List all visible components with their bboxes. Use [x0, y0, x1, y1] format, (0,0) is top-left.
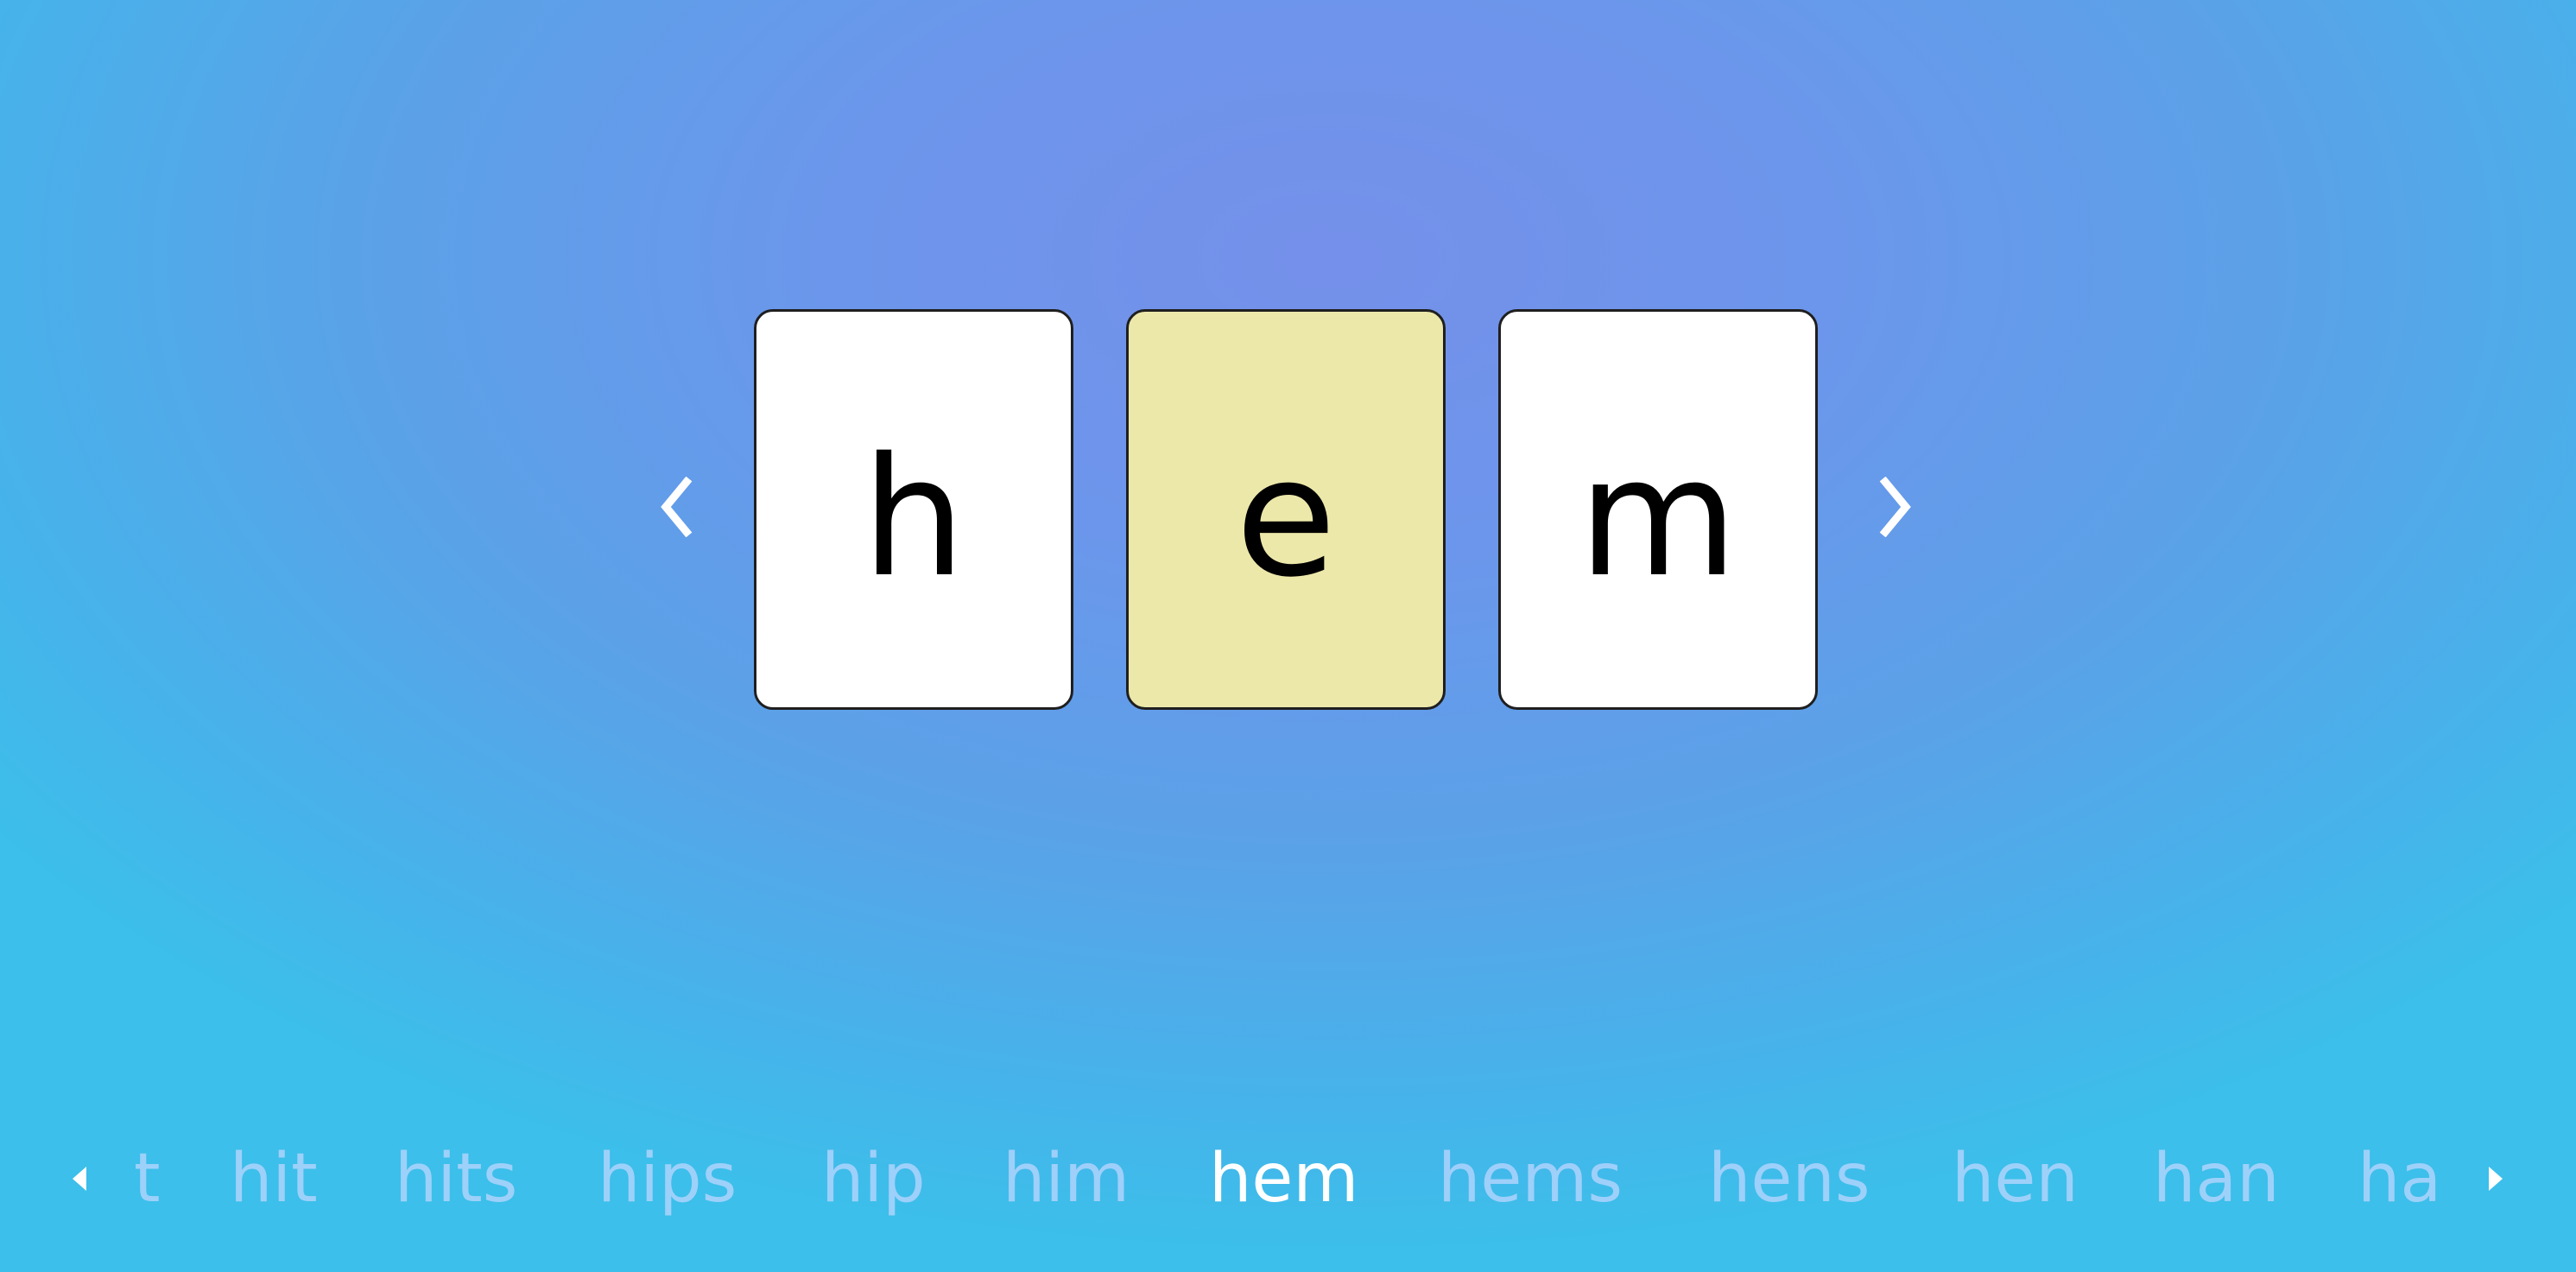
- triangle-left-icon: [73, 1167, 86, 1191]
- prev-letter-button[interactable]: [646, 472, 706, 541]
- letter-tile[interactable]: m: [1498, 309, 1818, 710]
- tile-letter: h: [861, 422, 966, 613]
- history-word[interactable]: hens: [1708, 1123, 1870, 1235]
- chevron-left-icon: [661, 477, 693, 537]
- tile-letter: e: [1235, 422, 1337, 613]
- letter-tile-selected[interactable]: e: [1126, 309, 1446, 710]
- history-word[interactable]: hits: [395, 1123, 517, 1235]
- history-word[interactable]: han: [2153, 1123, 2280, 1235]
- history-word[interactable]: hip: [821, 1123, 926, 1235]
- history-word[interactable]: ha: [2358, 1123, 2441, 1235]
- next-letter-button[interactable]: [1865, 472, 1926, 541]
- history-word-current[interactable]: hem: [1209, 1123, 1358, 1235]
- history-word[interactable]: t: [134, 1123, 161, 1235]
- history-word[interactable]: him: [1003, 1123, 1130, 1235]
- history-prev-button[interactable]: [62, 1157, 97, 1200]
- history-next-button[interactable]: [2478, 1157, 2513, 1200]
- triangle-right-icon: [2489, 1167, 2503, 1191]
- chevron-right-icon: [1879, 477, 1911, 537]
- history-word[interactable]: hips: [598, 1123, 737, 1235]
- history-word[interactable]: hems: [1438, 1123, 1623, 1235]
- tile-letter: m: [1578, 422, 1738, 613]
- game-board: h e m t hit hits hips hip him hem hems h…: [0, 0, 2576, 1272]
- history-word[interactable]: hen: [1952, 1123, 2079, 1235]
- letter-tile[interactable]: h: [754, 309, 1073, 710]
- history-word[interactable]: hit: [230, 1123, 318, 1235]
- word-history-strip: t hit hits hips hip him hem hems hens he…: [0, 1123, 2576, 1235]
